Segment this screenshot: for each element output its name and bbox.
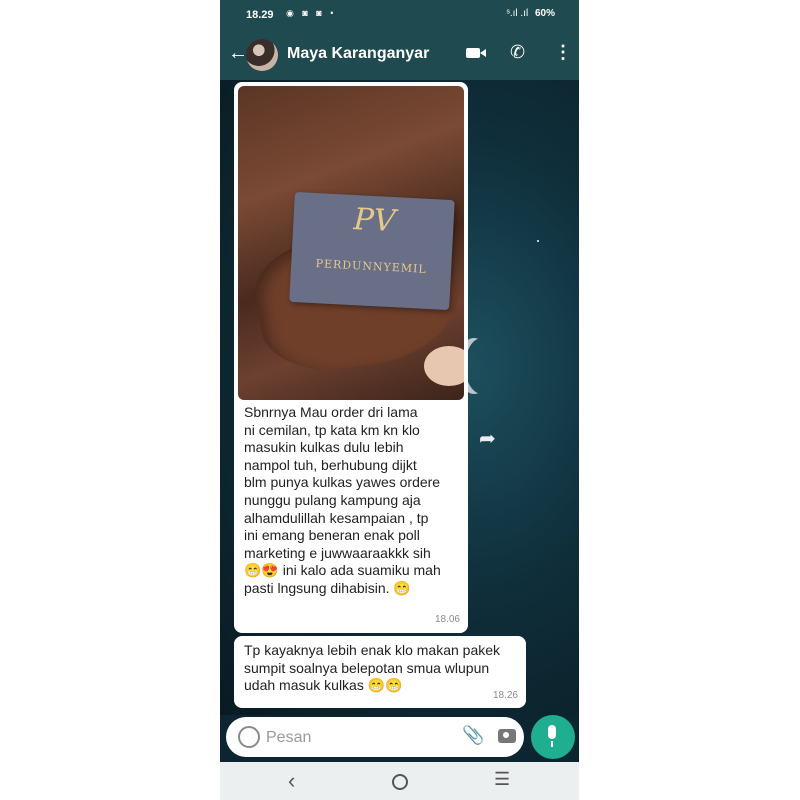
contact-name[interactable]: Maya Karanganyar <box>287 45 429 63</box>
phone-call-icon[interactable]: ✆ <box>510 42 525 63</box>
message-text: Sbnrnya Mau order dri lama ni cemilan, t… <box>244 404 441 596</box>
chat-wallpaper: PV PERDUNNYEMIL Sbnrnya Mau order dri la… <box>220 80 579 715</box>
status-bar: 18.29 ◉ ◙ ◙ • ˢ.ıl .ıl 60% <box>220 0 579 30</box>
video-call-icon[interactable] <box>466 48 480 58</box>
status-time: 18.29 <box>246 9 274 21</box>
camera-icon[interactable] <box>498 729 516 743</box>
back-arrow-icon[interactable]: ← <box>228 42 248 65</box>
moon-decoration <box>465 338 499 394</box>
mic-button[interactable] <box>531 715 575 759</box>
card-brand-text: PERDUNNYEMIL <box>315 257 428 276</box>
nav-home-icon[interactable] <box>392 774 408 790</box>
nav-recents-icon[interactable]: ☰ <box>494 769 510 790</box>
phone-screen: 18.29 ◉ ◙ ◙ • ˢ.ıl .ıl 60% ← Maya Karang… <box>220 0 579 800</box>
hand-shape <box>424 346 464 386</box>
signal-icon: ˢ.ıl .ıl <box>506 8 529 19</box>
message-time: 18.26 <box>492 690 518 702</box>
contact-avatar[interactable] <box>246 39 278 71</box>
microphone-icon <box>548 725 556 747</box>
paperclip-icon[interactable]: 📎 <box>462 725 484 746</box>
chat-header: ← Maya Karanganyar ✆ ⋮ <box>220 30 579 80</box>
forward-icon[interactable]: ➦ <box>479 426 496 451</box>
message-bubble[interactable]: Tp kayaknya lebih enak klo makan pakek s… <box>234 636 526 708</box>
status-right: ˢ.ıl .ıl 60% <box>506 8 555 19</box>
more-options-icon[interactable]: ⋮ <box>554 42 572 63</box>
nav-back-icon[interactable]: ‹ <box>288 768 295 794</box>
message-input[interactable] <box>264 725 448 751</box>
system-nav-bar: ‹ ☰ <box>220 762 579 800</box>
message-bubble[interactable]: PV PERDUNNYEMIL Sbnrnya Mau order dri la… <box>234 82 468 633</box>
notification-icons: ◉ ◙ ◙ • <box>286 8 337 18</box>
composer-bar: 📎 <box>220 715 579 762</box>
card-logo: PV <box>352 202 397 240</box>
star-decoration <box>537 240 539 242</box>
emoji-icon[interactable] <box>238 726 260 748</box>
composer-pill: 📎 <box>226 717 524 757</box>
battery-level: 60% <box>534 8 555 19</box>
message-photo[interactable]: PV PERDUNNYEMIL <box>238 86 464 400</box>
brand-card: PV PERDUNNYEMIL <box>289 191 455 311</box>
message-time: 18.06 <box>434 614 460 626</box>
message-text: Tp kayaknya lebih enak klo makan pakek s… <box>244 642 501 694</box>
